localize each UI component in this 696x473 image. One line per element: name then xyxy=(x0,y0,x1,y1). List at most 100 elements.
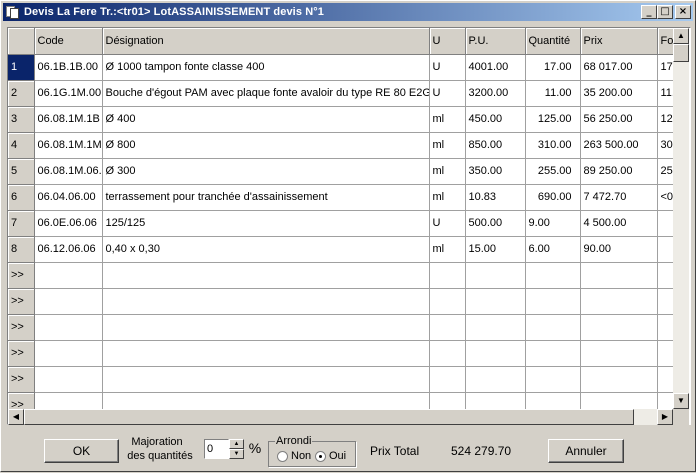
cell-code[interactable]: 06.1G.1M.00 xyxy=(34,80,103,107)
cell-unit-price[interactable]: 10.83 xyxy=(465,184,526,211)
empty-row-marker[interactable]: >> xyxy=(8,366,35,393)
column-header[interactable]: Code xyxy=(34,28,103,55)
empty-cell[interactable] xyxy=(34,366,103,393)
close-button[interactable]: × xyxy=(675,5,691,19)
empty-cell[interactable] xyxy=(429,262,466,289)
devis-grid[interactable]: CodeDésignationUP.U.QuantitéPrixFor 106.… xyxy=(7,27,691,425)
scroll-left-icon[interactable]: ◀ xyxy=(8,409,24,425)
radio-non[interactable]: Non xyxy=(277,450,311,462)
empty-cell[interactable] xyxy=(657,262,675,289)
empty-cell[interactable] xyxy=(34,340,103,367)
table-row[interactable]: 7 06.0E.06.06 125/125 U 500.00 9.00 4 500.00 xyxy=(8,210,675,237)
cell-quantity[interactable]: 17.00 xyxy=(525,54,581,81)
cell-unit[interactable]: U xyxy=(429,54,466,81)
cell-price[interactable]: 4 500.00 xyxy=(580,210,658,237)
empty-row-marker[interactable]: >> xyxy=(8,340,35,367)
cell-designation[interactable]: 125/125 xyxy=(102,210,430,237)
cell-price[interactable]: 56 250.00 xyxy=(580,106,658,133)
empty-cell[interactable] xyxy=(580,340,658,367)
empty-cell[interactable] xyxy=(429,340,466,367)
radio-non-icon[interactable] xyxy=(277,450,288,462)
empty-cell[interactable] xyxy=(525,288,581,315)
cell-formula[interactable]: <06 xyxy=(657,184,675,211)
empty-cell[interactable] xyxy=(657,340,675,367)
row-number[interactable]: 7 xyxy=(8,210,35,237)
cell-price[interactable]: 90.00 xyxy=(580,236,658,263)
cell-designation[interactable]: terrassement pour tranchée d'assainissem… xyxy=(102,184,430,211)
cell-unit[interactable]: U xyxy=(429,80,466,107)
empty-cell[interactable] xyxy=(429,288,466,315)
column-header[interactable]: Désignation xyxy=(102,28,430,55)
empty-cell[interactable] xyxy=(525,366,581,393)
minimize-button[interactable]: _ xyxy=(641,5,657,19)
cell-code[interactable]: 06.08.1M.1B xyxy=(34,106,103,133)
cell-formula[interactable]: 254 xyxy=(657,158,675,185)
empty-cell[interactable] xyxy=(465,340,526,367)
cell-unit[interactable]: ml xyxy=(429,236,466,263)
empty-cell[interactable] xyxy=(34,314,103,341)
cell-price[interactable]: 68 017.00 xyxy=(580,54,658,81)
empty-cell[interactable] xyxy=(657,366,675,393)
empty-cell[interactable] xyxy=(465,288,526,315)
horizontal-scrollbar[interactable]: ◀ ▶ xyxy=(8,409,673,425)
annuler-button[interactable]: Annuler xyxy=(548,439,624,463)
row-number[interactable]: 5 xyxy=(8,158,35,185)
empty-cell[interactable] xyxy=(465,314,526,341)
cell-designation[interactable]: Bouche d'égout PAM avec plaque fonte ava… xyxy=(102,80,430,107)
cell-formula[interactable]: 17. xyxy=(657,54,675,81)
cell-code[interactable]: 06.12.06.06 xyxy=(34,236,103,263)
cell-designation[interactable]: Ø 400 xyxy=(102,106,430,133)
empty-row-marker[interactable]: >> xyxy=(8,314,35,341)
empty-cell[interactable] xyxy=(580,262,658,289)
cell-code[interactable]: 06.08.1M.06. xyxy=(34,158,103,185)
table-row[interactable]: 1 06.1B.1B.00 Ø 1000 tampon fonte classe 4… xyxy=(8,54,675,81)
empty-cell[interactable] xyxy=(465,366,526,393)
cell-quantity[interactable]: 11.00 xyxy=(525,80,581,107)
spin-up-icon[interactable]: ▲ xyxy=(229,439,244,449)
cell-unit-price[interactable]: 850.00 xyxy=(465,132,526,159)
spin-down-icon[interactable]: ▼ xyxy=(229,449,244,459)
cell-price[interactable]: 89 250.00 xyxy=(580,158,658,185)
cell-price[interactable]: 263 500.00 xyxy=(580,132,658,159)
cell-formula[interactable]: 11. xyxy=(657,80,675,107)
cell-price[interactable]: 7 472.70 xyxy=(580,184,658,211)
empty-cell[interactable] xyxy=(34,288,103,315)
row-number[interactable]: 4 xyxy=(8,132,35,159)
column-header[interactable]: For xyxy=(657,28,675,55)
cell-unit-price[interactable]: 15.00 xyxy=(465,236,526,263)
cell-unit-price[interactable]: 450.00 xyxy=(465,106,526,133)
cell-quantity[interactable]: 690.00 xyxy=(525,184,581,211)
empty-cell[interactable] xyxy=(429,314,466,341)
table-row[interactable]: 8 06.12.06.06 0,40 x 0,30 ml 15.00 6.00 90.00 xyxy=(8,236,675,263)
row-number[interactable]: 8 xyxy=(8,236,35,263)
cell-code[interactable]: 06.1B.1B.00 xyxy=(34,54,103,81)
majoration-spinner[interactable]: ▲ ▼ xyxy=(229,439,244,459)
cell-quantity[interactable]: 6.00 xyxy=(525,236,581,263)
cell-quantity[interactable]: 255.00 xyxy=(525,158,581,185)
empty-cell[interactable] xyxy=(102,288,430,315)
empty-cell[interactable] xyxy=(580,288,658,315)
cell-formula[interactable]: 124 xyxy=(657,106,675,133)
empty-row[interactable]: >> xyxy=(8,288,675,315)
empty-cell[interactable] xyxy=(657,314,675,341)
table-row[interactable]: 4 06.08.1M.1M Ø 800 ml 850.00 310.00 263 500.0… xyxy=(8,132,675,159)
cell-quantity[interactable]: 310.00 xyxy=(525,132,581,159)
empty-cell[interactable] xyxy=(102,314,430,341)
empty-cell[interactable] xyxy=(34,262,103,289)
column-header[interactable]: Quantité xyxy=(525,28,581,55)
row-number[interactable]: 3 xyxy=(8,106,35,133)
cell-code[interactable]: 06.08.1M.1M xyxy=(34,132,103,159)
cell-formula[interactable]: 309 xyxy=(657,132,675,159)
table-row[interactable]: 2 06.1G.1M.00 Bouche d'égout PAM avec plaq… xyxy=(8,80,675,107)
cell-designation[interactable]: 0,40 x 0,30 xyxy=(102,236,430,263)
radio-oui[interactable]: Oui xyxy=(315,450,346,462)
cell-code[interactable]: 06.0E.06.06 xyxy=(34,210,103,237)
maximize-button[interactable]: □ xyxy=(657,5,673,19)
cell-formula[interactable] xyxy=(657,210,675,237)
scroll-right-icon[interactable]: ▶ xyxy=(657,409,673,425)
column-header[interactable]: Prix xyxy=(580,28,658,55)
corner-header[interactable] xyxy=(8,28,35,55)
cell-designation[interactable]: Ø 1000 tampon fonte classe 400 xyxy=(102,54,430,81)
empty-cell[interactable] xyxy=(102,262,430,289)
vertical-scrollbar[interactable]: ▲ ▼ xyxy=(673,28,689,411)
